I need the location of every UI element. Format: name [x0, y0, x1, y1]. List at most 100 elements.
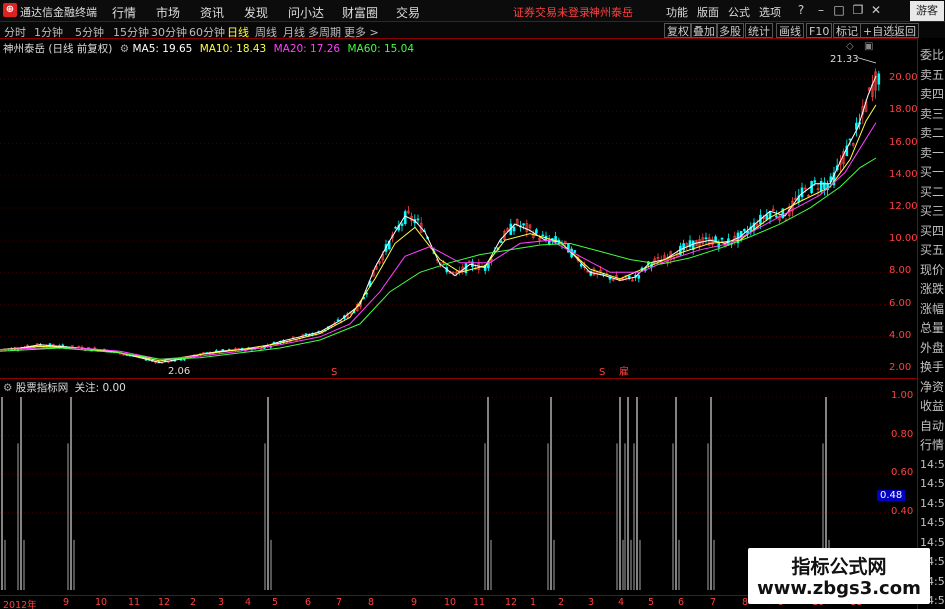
period-15min[interactable]: 15分钟 — [113, 24, 149, 40]
tool-statistics[interactable]: 统计 — [745, 23, 773, 38]
side-panel-item: 涨幅 — [920, 301, 945, 316]
menu-wealth[interactable]: 财富圈 — [342, 4, 378, 21]
candle — [874, 68, 877, 99]
candle — [749, 222, 753, 236]
x-tick-label: 7 — [710, 597, 717, 608]
y-tick-label: 20.00 — [889, 72, 918, 84]
x-tick-label: 12 — [158, 597, 171, 608]
period-intraday[interactable]: 分时 — [4, 24, 26, 40]
side-panel-item: 收益 — [920, 399, 945, 413]
signal-marker: S — [331, 367, 337, 377]
side-panel-item: 买二 — [920, 184, 945, 199]
side-panel-item: 14:5 — [920, 496, 945, 510]
settings-gear-icon[interactable]: ⚙ — [120, 43, 129, 55]
tool-adjust[interactable]: 复权 — [664, 23, 692, 38]
x-tick-label: 5 — [272, 597, 279, 608]
quote-side-panel: 委比 卖五 卖四 卖三 卖二 卖一 买一 买二 买三 买四 买五 现价 涨跌 涨幅 总量 外盘 换手 净资 收益 自动… — [917, 38, 945, 609]
side-panel-item: 14:5 — [920, 457, 945, 471]
restore-icon[interactable]: ❐ — [851, 3, 865, 17]
watermark-badge: 指标公式网 www.zbgs3.com — [748, 548, 930, 604]
minimize-icon[interactable]: – — [814, 3, 828, 17]
x-tick-label: 2 — [558, 597, 565, 608]
main-kline-chart[interactable]: 21.33 2.06 S S 雇 — [0, 55, 889, 377]
period-5min[interactable]: 5分钟 — [75, 24, 104, 40]
period-weekly[interactable]: 周线 — [255, 24, 277, 40]
period-toolbar: 分时 1分钟 5分钟 15分钟 30分钟 60分钟 日线 周线 月线 多周期 更… — [0, 22, 945, 39]
period-30min[interactable]: 30分钟 — [151, 24, 187, 40]
x-tick-label: 4 — [245, 597, 252, 608]
candle — [800, 182, 804, 201]
x-tick-label: 9 — [63, 597, 70, 608]
y-tick-label: 12.00 — [889, 200, 918, 212]
ma-line-ma5 — [0, 75, 877, 364]
signal-marker: S — [599, 367, 605, 377]
candle — [704, 232, 708, 244]
period-more[interactable]: 更多 > — [344, 24, 379, 40]
candle — [509, 219, 513, 236]
period-multi[interactable]: 多周期 — [308, 24, 341, 40]
menu-trade[interactable]: 交易 — [396, 4, 420, 21]
menu-layout[interactable]: 版面 — [697, 4, 719, 20]
candle — [336, 317, 340, 322]
x-tick-label: 10 — [95, 597, 108, 608]
high-price-annotation: 21.33 — [830, 55, 859, 65]
side-panel-item: 委比 — [920, 48, 945, 62]
candle — [541, 231, 545, 237]
y-tick-label: 16.00 — [889, 136, 918, 148]
menu-formula[interactable]: 公式 — [728, 4, 750, 20]
side-panel-item: 卖二 — [920, 126, 945, 140]
menu-assistant[interactable]: 问小达 — [288, 4, 324, 21]
period-1min[interactable]: 1分钟 — [34, 24, 63, 40]
period-monthly[interactable]: 月线 — [283, 24, 305, 40]
menu-options[interactable]: 选项 — [759, 4, 781, 20]
candle — [688, 235, 692, 250]
candle — [61, 343, 65, 347]
tool-mark[interactable]: 标记 — [833, 23, 861, 38]
help-icon[interactable]: ? — [794, 3, 808, 17]
close-icon[interactable]: ✕ — [869, 3, 883, 17]
candle — [656, 253, 660, 262]
trade-login-notice[interactable]: 证券交易未登录 — [513, 4, 590, 20]
watermark-title: 指标公式网 — [791, 556, 887, 578]
menu-function[interactable]: 功能 — [666, 4, 688, 20]
candle — [458, 266, 461, 276]
tool-back[interactable]: 返回 — [891, 23, 919, 38]
indicator-y-tick-label: 1.00 — [891, 390, 914, 401]
side-panel-item[interactable]: 行情 — [920, 438, 944, 452]
indicator-focus: 关注: 0.00 — [74, 382, 126, 394]
tool-multi-stock[interactable]: 多股 — [716, 23, 744, 38]
maximize-icon[interactable]: □ — [832, 3, 846, 17]
ma5-label: MA5: 19.65 — [132, 43, 193, 55]
indicator-current-value: 0.48 — [877, 490, 906, 502]
side-panel-item: 卖五 — [920, 67, 945, 82]
chart-option-diamond-icon[interactable]: ◇ — [846, 41, 854, 52]
side-panel-item: 换手 — [920, 360, 945, 374]
x-tick-label: 12 — [505, 597, 518, 608]
tool-f10[interactable]: F10 — [806, 23, 833, 38]
indicator-y-tick-label: 0.60 — [891, 467, 914, 479]
candle — [378, 260, 381, 266]
period-60min[interactable]: 60分钟 — [189, 24, 225, 40]
stock-name: 神州泰岳 — [3, 43, 45, 55]
side-panel-item: 14:5 — [920, 516, 945, 529]
candle — [752, 218, 756, 236]
side-panel-item: 买一 — [920, 165, 945, 179]
x-tick-label: 11 — [473, 597, 486, 608]
ma-line-ma20 — [0, 122, 877, 360]
tool-draw[interactable]: 画线 — [776, 23, 804, 38]
guest-button[interactable]: 游客 — [910, 1, 944, 21]
side-panel-item[interactable]: 自动 — [920, 419, 944, 433]
menu-discover[interactable]: 发现 — [244, 4, 268, 21]
y-tick-label: 4.00 — [889, 329, 912, 341]
candle — [637, 274, 641, 283]
menu-news[interactable]: 资讯 — [200, 4, 224, 21]
menu-quotes[interactable]: 行情 — [112, 4, 136, 21]
menu-market[interactable]: 市场 — [156, 4, 180, 21]
period-daily[interactable]: 日线 — [227, 24, 249, 40]
ma-info-line: 神州泰岳 (日线 前复权) ⚙ MA5: 19.65 MA10: 18.43 M… — [0, 41, 414, 55]
tool-overlay[interactable]: 叠加 — [690, 23, 718, 38]
indicator-settings-icon[interactable]: ⚙ — [3, 382, 12, 394]
side-panel-item: 卖一 — [920, 145, 945, 160]
chart-expand-icon[interactable]: ▣ — [864, 41, 873, 52]
main-y-axis: 20.00 18.00 16.00 14.00 12.00 10.00 8.00 6.00 4.… — [889, 55, 918, 377]
